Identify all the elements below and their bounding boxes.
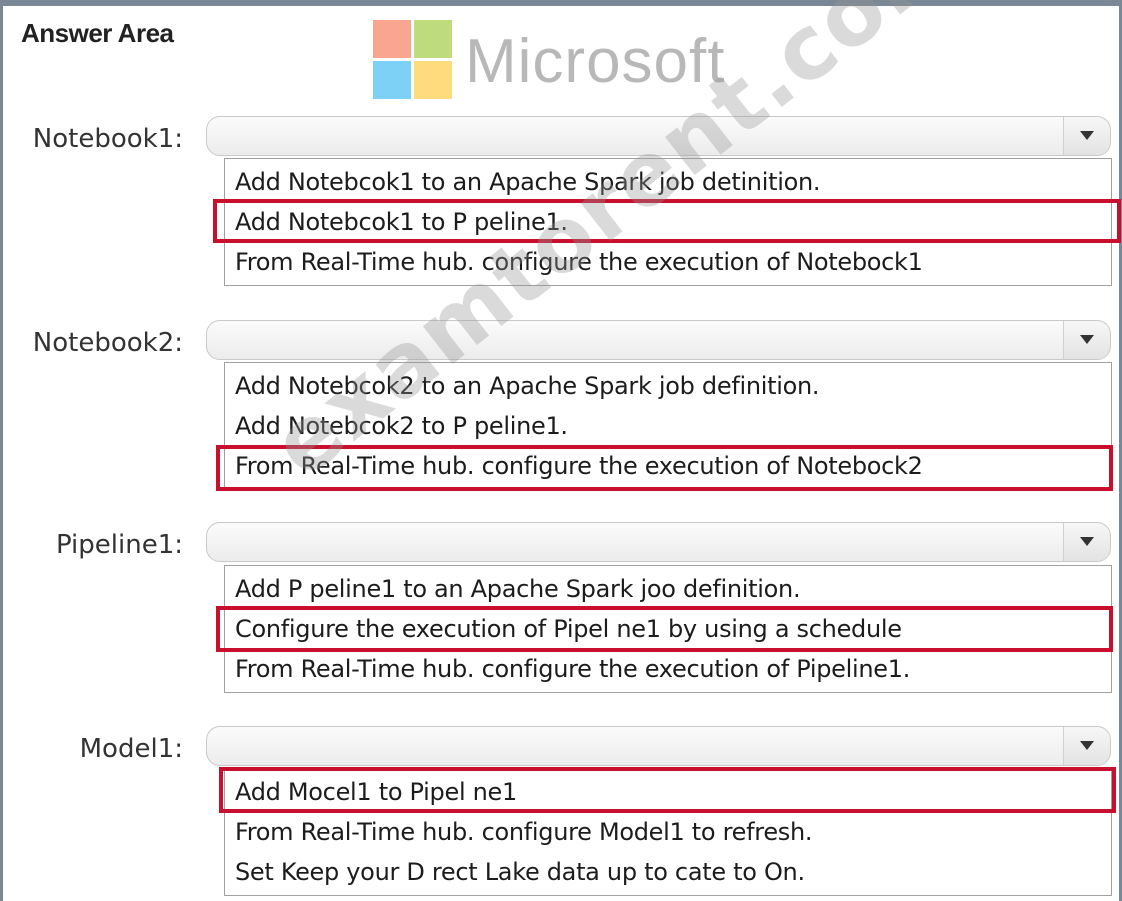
notebook1-label: Notebook1: bbox=[32, 124, 183, 154]
logo-square-yellow bbox=[414, 61, 452, 99]
notebook2-label: Notebook2: bbox=[32, 328, 183, 358]
model1-answer-highlight bbox=[219, 767, 1116, 813]
model1-option-3[interactable]: Set Keep your D rect Lake data up to cat… bbox=[235, 853, 805, 891]
chevron-down-icon bbox=[1080, 131, 1094, 140]
model1-label: Model1: bbox=[79, 734, 183, 764]
logo-square-red bbox=[373, 20, 411, 58]
answer-area-title: Answer Area bbox=[21, 18, 174, 48]
model1-dropdown-toggle[interactable] bbox=[1063, 727, 1110, 765]
pipeline1-answer-highlight bbox=[216, 606, 1113, 652]
chevron-down-icon bbox=[1080, 537, 1094, 546]
chevron-down-icon bbox=[1080, 741, 1094, 750]
pipeline1-option-3[interactable]: From Real-Time hub. configure the execut… bbox=[235, 650, 910, 688]
notebook1-dropdown-toggle[interactable] bbox=[1063, 117, 1110, 155]
model1-dropdown[interactable] bbox=[206, 726, 1111, 766]
pipeline1-option-1[interactable]: Add P peline1 to an Apache Spark joo def… bbox=[235, 570, 801, 608]
model1-option-2[interactable]: From Real-Time hub. configure Model1 to … bbox=[235, 813, 813, 851]
pipeline1-label: Pipeline1: bbox=[55, 530, 183, 560]
pipeline1-dropdown[interactable] bbox=[206, 522, 1111, 562]
logo-square-blue bbox=[373, 61, 411, 99]
logo-square-green bbox=[414, 20, 452, 58]
pipeline1-dropdown-toggle[interactable] bbox=[1063, 523, 1110, 561]
answer-area-panel: Answer Area Microsoft Notebook1: Add Not… bbox=[0, 0, 1122, 901]
notebook2-dropdown-toggle[interactable] bbox=[1063, 321, 1110, 359]
chevron-down-icon bbox=[1080, 335, 1094, 344]
